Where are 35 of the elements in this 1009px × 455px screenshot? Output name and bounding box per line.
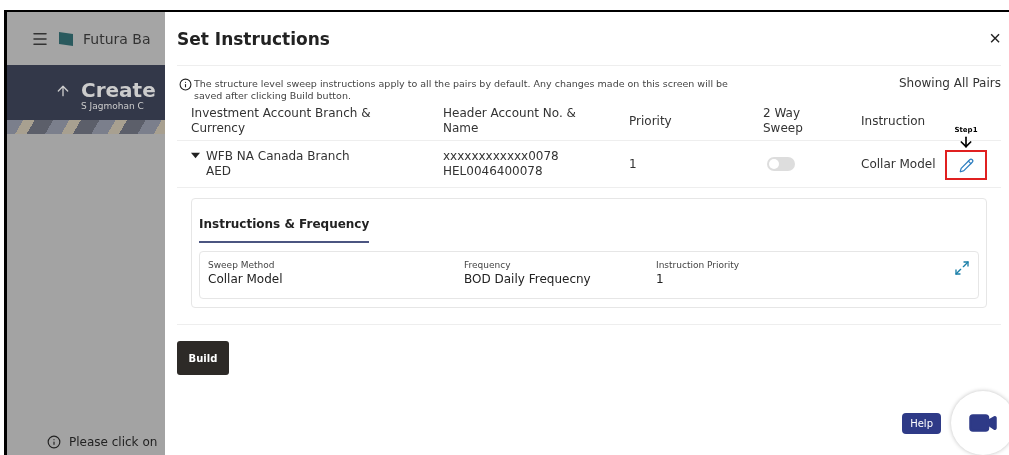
info-icon: [47, 435, 61, 449]
caret-icon[interactable]: [191, 151, 200, 160]
page-subtitle: S Jagmohan C: [81, 101, 145, 111]
toggle-switch[interactable]: [767, 157, 795, 171]
bank-logo-icon: [57, 29, 75, 48]
note-text: Please click on: [69, 435, 158, 449]
column-header: Priority: [629, 112, 673, 130]
field-value: Collar Model: [208, 272, 284, 286]
table-cell-text: Collar Model: [861, 156, 937, 172]
filter-label: Showing All Pairs: [899, 76, 1001, 93]
video-call-button[interactable]: [951, 391, 1009, 455]
table-cell: WFB NA Canada Branch AED: [191, 149, 443, 179]
info-icon: [179, 78, 192, 92]
field-label: Frequency: [464, 260, 512, 270]
page-title: Create: [81, 79, 156, 101]
close-button[interactable]: ×: [989, 27, 1001, 50]
table-cell-text: 1: [629, 156, 638, 172]
brand-name: Futura Ba: [83, 30, 151, 47]
column-header: Instruction: [861, 112, 927, 130]
tab[interactable]: Instructions & Frequency: [199, 215, 370, 243]
pencil-icon: [958, 157, 974, 173]
column-header: Header Account No. & Name: [443, 105, 577, 138]
build-button[interactable]: Build: [177, 341, 229, 375]
field-label: Sweep Method: [208, 260, 276, 270]
expand-icon[interactable]: [954, 260, 970, 276]
field-value: BOD Daily Frequecny: [464, 272, 592, 286]
field-value: 1: [656, 272, 665, 286]
info-text: The structure level sweep instructions apply to all the pairs by default. Any changes made on this screen will be saved after clicking Build button.: [194, 78, 729, 103]
table-cell-text: xxxxxxxxxxxx0078 HEL0046400078: [443, 149, 560, 179]
column-header: Investment Account Branch & Currency: [191, 105, 372, 138]
help-button[interactable]: Help: [902, 412, 941, 434]
column-header: 2 Way Sweep: [763, 105, 804, 138]
edit-button[interactable]: [945, 150, 987, 180]
field-label: Instruction Priority: [656, 260, 741, 270]
modal-title: Set Instructions: [177, 28, 330, 49]
